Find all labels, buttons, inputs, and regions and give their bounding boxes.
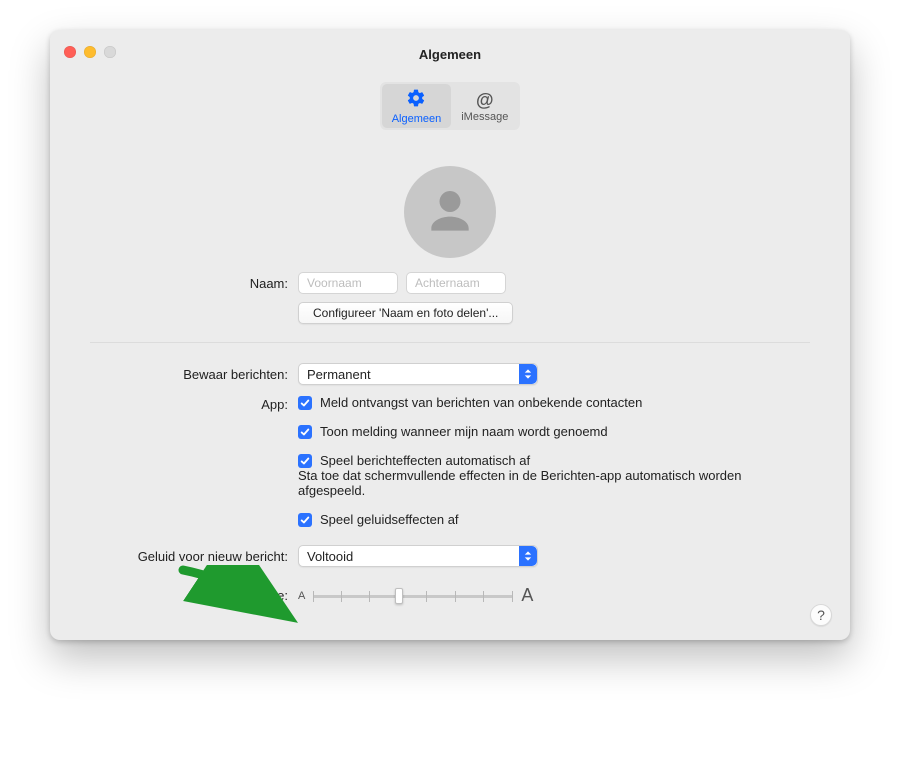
sound-select[interactable]: Voltooid [298, 545, 538, 567]
help-button[interactable]: ? [810, 604, 832, 626]
retention-value: Permanent [307, 367, 511, 382]
app-label: App: [90, 395, 298, 412]
avatar-section [90, 166, 810, 258]
retention-row: Bewaar berichten: Permanent [90, 363, 810, 385]
retention-select[interactable]: Permanent [298, 363, 538, 385]
titlebar: Algemeen [50, 30, 850, 78]
select-arrows-icon [519, 364, 537, 384]
content: Naam: Configureer 'Naam en foto delen'..… [50, 140, 850, 640]
checkbox-unknown-contacts[interactable]: Meld ontvangst van berichten van onbeken… [298, 395, 810, 410]
share-button-row: Configureer 'Naam en foto delen'... [90, 302, 810, 324]
select-arrows-icon [519, 546, 537, 566]
name-row: Naam: [90, 272, 810, 294]
textsize-row: Tekstgrootte: A A [90, 585, 810, 606]
checkbox-icon [298, 425, 312, 439]
avatar[interactable] [404, 166, 496, 258]
configure-share-button[interactable]: Configureer 'Naam en foto delen'... [298, 302, 513, 324]
zoom-window-button[interactable] [104, 46, 116, 58]
tab-imessage[interactable]: @ iMessage [451, 84, 518, 128]
gear-icon [406, 88, 426, 112]
window-title: Algemeen [419, 47, 481, 62]
person-icon [422, 184, 478, 240]
minimize-window-button[interactable] [84, 46, 96, 58]
textsize-big-icon: A [521, 585, 533, 606]
checkbox-icon [298, 396, 312, 410]
checkbox-sound-effects[interactable]: Speel geluidseffecten af [298, 512, 810, 527]
checkbox-label: Speel geluidseffecten af [320, 512, 459, 527]
tab-general[interactable]: Algemeen [382, 84, 452, 128]
checkbox-name-mention[interactable]: Toon melding wanneer mijn naam wordt gen… [298, 424, 810, 439]
retention-label: Bewaar berichten: [90, 367, 298, 382]
divider [90, 342, 810, 343]
last-name-input[interactable] [406, 272, 506, 294]
tab-label: Algemeen [392, 113, 442, 125]
slider-thumb[interactable] [395, 588, 403, 604]
first-name-input[interactable] [298, 272, 398, 294]
textsize-small-icon: A [298, 590, 305, 602]
textsize-slider[interactable] [313, 586, 513, 606]
close-window-button[interactable] [64, 46, 76, 58]
app-options-row: App: Meld ontvangst van berichten van on… [90, 395, 810, 527]
checkbox-description: Sta toe dat schermvullende effecten in d… [298, 468, 810, 498]
preferences-window: Algemeen Algemeen @ iMessage Naam: [50, 30, 850, 640]
tabs: Algemeen @ iMessage [380, 82, 521, 130]
window-controls [64, 46, 116, 58]
checkbox-icon [298, 454, 312, 468]
checkbox-icon [298, 513, 312, 527]
textsize-label: Tekstgrootte: [90, 588, 298, 603]
sound-row: Geluid voor nieuw bericht: Voltooid [90, 545, 810, 567]
checkbox-label: Toon melding wanneer mijn naam wordt gen… [320, 424, 608, 439]
checkbox-label: Meld ontvangst van berichten van onbeken… [320, 395, 642, 410]
tab-label: iMessage [461, 111, 508, 123]
name-label: Naam: [90, 276, 298, 291]
at-icon: @ [476, 90, 494, 110]
sound-value: Voltooid [307, 549, 511, 564]
checkbox-auto-effects[interactable]: Speel berichteffecten automatisch af [298, 453, 810, 468]
checkbox-label: Speel berichteffecten automatisch af [320, 453, 530, 468]
toolbar: Algemeen @ iMessage [50, 78, 850, 140]
sound-label: Geluid voor nieuw bericht: [90, 549, 298, 564]
